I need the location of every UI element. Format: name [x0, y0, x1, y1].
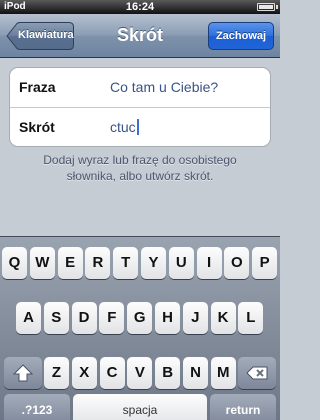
return-key[interactable]: return — [210, 394, 276, 420]
phrase-label: Fraza — [19, 79, 56, 95]
key-f[interactable]: F — [99, 302, 125, 334]
phrase-field[interactable]: Co tam u Ciebie? — [110, 79, 218, 95]
save-button[interactable]: Zachowaj — [208, 22, 274, 50]
status-bar: iPod 16:24 — [0, 0, 280, 14]
key-o[interactable]: O — [224, 247, 250, 279]
key-y[interactable]: Y — [141, 247, 166, 279]
key-i[interactable]: I — [196, 247, 222, 279]
key-x[interactable]: X — [71, 357, 97, 389]
clock: 16:24 — [125, 1, 155, 13]
key-q[interactable]: Q — [2, 247, 27, 279]
phrase-row[interactable]: Fraza Co tam u Ciebie? — [10, 68, 270, 108]
key-r[interactable]: R — [85, 247, 111, 279]
shortcut-field-text: ctuc — [110, 119, 136, 135]
key-u[interactable]: U — [168, 247, 194, 279]
shift-icon — [12, 364, 34, 382]
key-j[interactable]: J — [182, 302, 208, 334]
page-title: Skrót — [116, 25, 163, 45]
key-v[interactable]: V — [127, 357, 153, 389]
shortcut-label: Skrót — [19, 119, 55, 135]
key-c[interactable]: C — [99, 357, 125, 389]
text-cursor — [136, 119, 139, 135]
help-text: Dodaj wyraz lub frazę do osobistego słow… — [43, 153, 237, 183]
key-b[interactable]: B — [155, 357, 181, 389]
key-d[interactable]: D — [71, 302, 97, 334]
key-a[interactable]: A — [16, 302, 41, 334]
key-h[interactable]: H — [155, 302, 180, 334]
shift-key[interactable] — [4, 357, 42, 389]
delete-key[interactable] — [238, 357, 276, 389]
key-m[interactable]: M — [210, 357, 236, 389]
key-l[interactable]: L — [238, 302, 264, 334]
numbers-key[interactable]: .?123 — [4, 394, 70, 420]
key-t[interactable]: T — [113, 247, 139, 279]
key-s[interactable]: S — [43, 302, 69, 334]
key-g[interactable]: G — [127, 302, 153, 334]
shortcut-field[interactable]: ctuc — [110, 119, 139, 135]
shortcut-form: Fraza Co tam u Ciebie? Skrót ctuc — [9, 67, 271, 147]
space-key[interactable]: spacja — [73, 394, 207, 420]
navigation-bar: Klawiatura Skrót Zachowaj — [0, 14, 280, 58]
back-button-label: Klawiatura — [18, 29, 74, 41]
key-w[interactable]: W — [29, 247, 55, 279]
keyboard: .?123 spacja return QWERTYUIOP ASDFGHJKL Z… — [0, 236, 280, 420]
key-k[interactable]: K — [210, 302, 236, 334]
key-e[interactable]: E — [57, 247, 83, 279]
key-p[interactable]: P — [252, 247, 278, 279]
back-button[interactable]: Klawiatura — [6, 22, 74, 50]
key-z[interactable]: Z — [44, 357, 69, 389]
battery-icon — [257, 3, 275, 11]
shortcut-row[interactable]: Skrót ctuc — [10, 108, 270, 148]
key-n[interactable]: N — [183, 357, 208, 389]
delete-icon — [246, 366, 268, 380]
